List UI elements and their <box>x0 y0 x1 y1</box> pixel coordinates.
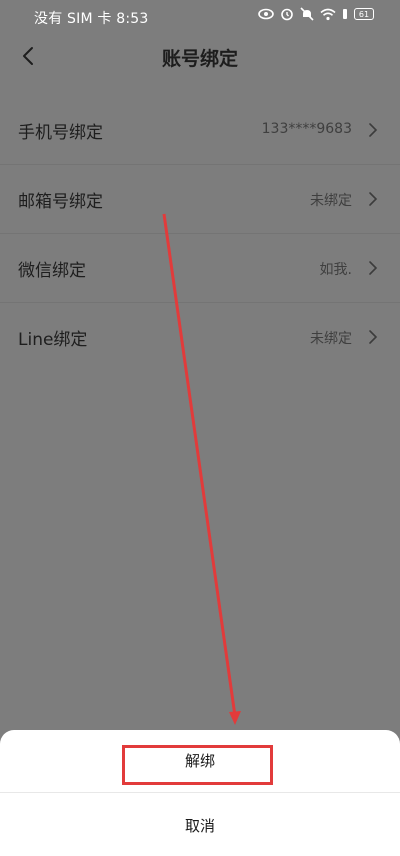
binding-value: 如我. <box>319 262 352 278</box>
eye-icon <box>258 8 274 20</box>
alarm-icon <box>281 8 293 21</box>
binding-label: Line绑定 <box>18 330 88 350</box>
status-icons: 61 <box>258 7 374 21</box>
binding-row-phone[interactable]: 手机号绑定 133****9683 <box>0 96 400 165</box>
signal-icon <box>343 9 347 19</box>
binding-label: 微信绑定 <box>18 261 86 281</box>
header: 账号绑定 <box>0 34 400 80</box>
binding-value: 未绑定 <box>310 193 352 209</box>
chevron-right-icon <box>369 261 378 275</box>
unbind-button[interactable]: 解绑 <box>0 740 400 782</box>
binding-label: 手机号绑定 <box>18 123 103 143</box>
binding-row-email[interactable]: 邮箱号绑定 未绑定 <box>0 165 400 234</box>
binding-value: 未绑定 <box>310 331 352 347</box>
chevron-right-icon <box>369 330 378 344</box>
page-title: 账号绑定 <box>161 48 238 70</box>
status-bar: 没有 SIM 卡 8:53 61 <box>0 0 400 34</box>
sheet-divider <box>0 792 400 793</box>
wifi-icon <box>320 8 336 20</box>
chevron-right-icon <box>369 192 378 206</box>
binding-row-wechat[interactable]: 微信绑定 如我. <box>0 234 400 303</box>
status-carrier-time: 没有 SIM 卡 8:53 <box>34 11 149 27</box>
binding-value: 133****9683 <box>261 121 352 137</box>
action-sheet: 解绑 取消 <box>0 730 400 856</box>
battery-icon: 61 <box>354 8 374 20</box>
mute-icon <box>300 7 314 21</box>
binding-row-line[interactable]: Line绑定 未绑定 <box>0 303 400 371</box>
chevron-right-icon <box>369 123 378 137</box>
cancel-button[interactable]: 取消 <box>0 810 400 842</box>
binding-label: 邮箱号绑定 <box>18 192 103 212</box>
binding-list: 手机号绑定 133****9683 邮箱号绑定 未绑定 微信绑定 如我. Lin… <box>0 96 400 371</box>
